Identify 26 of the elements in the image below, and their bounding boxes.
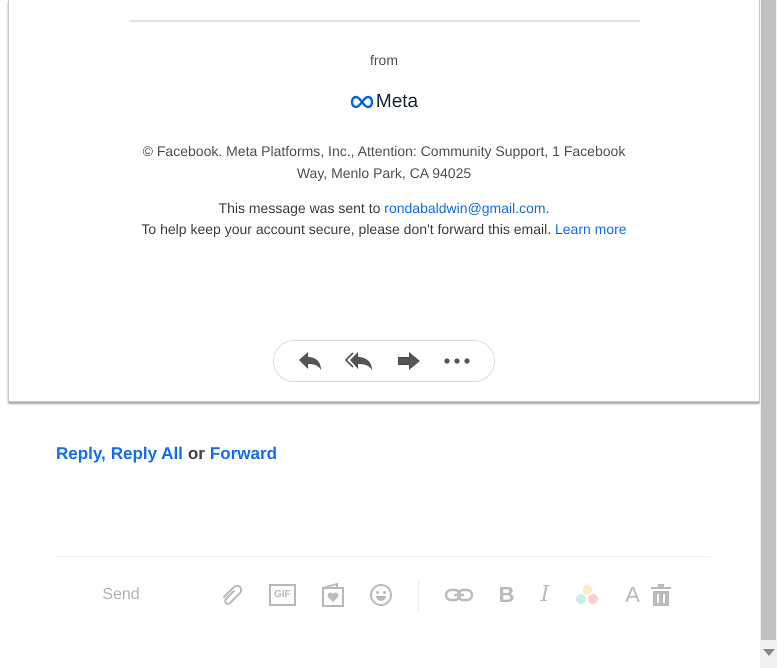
infinity-logo-icon [350,95,374,109]
learn-more-link[interactable]: Learn more [554,221,627,237]
reply-all-link[interactable]: Reply All [110,444,183,463]
from-label: from [370,52,398,68]
forward-link[interactable]: Forward [210,444,277,463]
scrollbar-thumb[interactable] [761,0,776,640]
reply-icon[interactable] [298,351,322,371]
reply-all-icon[interactable] [345,351,374,371]
more-icon[interactable] [444,358,470,364]
scrollbar[interactable] [760,0,777,668]
comma-text: , [101,444,106,463]
security-note: To help keep your account secure, please don't forward this email. Learn more [141,220,627,239]
email-link[interactable]: rondabaldwin@gmail.com [384,200,546,216]
trash-icon[interactable] [650,583,672,607]
reply-link[interactable]: Reply [56,444,102,463]
link-icon[interactable] [444,588,473,602]
forward-icon[interactable] [396,352,421,370]
color-dots-icon[interactable] [575,584,600,606]
paperclip-icon[interactable] [221,584,243,606]
address-text: © Facebook. Meta Platforms, Inc., Attention: Community Support, 1 Facebook Way, Menlo Park, CA 94025 [142,142,626,183]
scroll-down-icon[interactable] [762,649,774,656]
heart-card-icon[interactable] [322,583,344,607]
emoji-icon[interactable] [370,584,392,606]
or-text: or [188,444,205,463]
sent-to-text: This message was sent to rondabaldwin@gmail.com. [218,199,550,218]
brand-name: Meta [376,91,418,113]
